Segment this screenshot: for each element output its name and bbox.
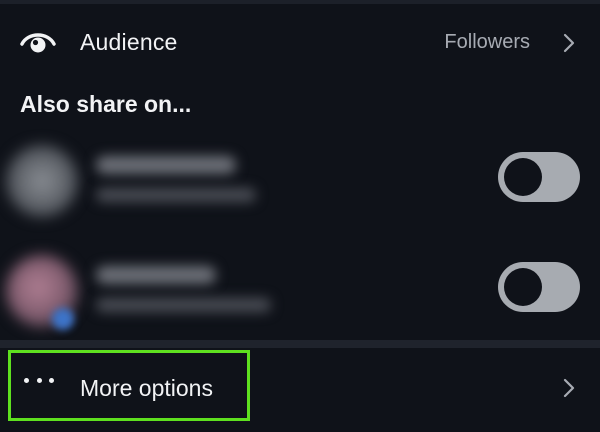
more-dots-icon [24,378,54,386]
blurred-account-subtitle [96,188,256,202]
chevron-right-icon [563,378,575,398]
audience-label: Audience [80,29,178,55]
more-options-label: More options [80,375,213,401]
audience-row[interactable]: Audience Followers [0,14,600,72]
avatar [6,145,78,217]
share-toggle[interactable] [498,152,580,202]
chevron-right-icon [563,33,575,53]
avatar-badge [52,308,74,330]
share-account-row [0,240,600,340]
toggle-knob [504,268,542,306]
audience-value: Followers [444,31,530,53]
section-divider [0,340,600,348]
eye-icon [20,33,56,53]
blurred-account-subtitle [96,298,271,312]
toggle-knob [504,158,542,196]
blurred-account-name [96,266,216,284]
top-divider [0,0,600,4]
more-options-row[interactable]: More options [0,348,600,432]
share-account-row [0,130,600,230]
section-title: Also share on... [20,91,192,117]
share-options-screen: Audience Followers Also share on... More… [0,0,600,432]
blurred-account-name [96,156,236,174]
share-toggle[interactable] [498,262,580,312]
